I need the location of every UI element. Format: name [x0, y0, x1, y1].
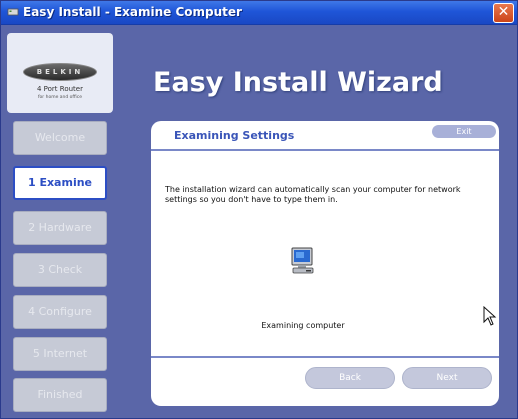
wizard-heading: Easy Install Wizard — [153, 67, 443, 98]
step-welcome: Welcome — [13, 121, 107, 155]
step-check: 3 Check — [13, 253, 107, 287]
product-tagline: for home and office — [37, 95, 83, 100]
product-name: 4 Port Router — [37, 85, 83, 93]
app-icon — [7, 8, 19, 16]
mouse-pointer-icon — [483, 306, 497, 326]
panel-divider-bottom — [151, 356, 499, 358]
step-configure: 4 Configure — [13, 295, 107, 329]
step-internet: 5 Internet — [13, 337, 107, 371]
belkin-logo: BELKIN — [23, 63, 97, 81]
status-text: Examining computer — [261, 321, 345, 330]
step-finished: Finished — [13, 378, 107, 412]
instructions-text: The installation wizard can automaticall… — [165, 185, 461, 204]
step-hardware: 2 Hardware — [13, 211, 107, 245]
close-icon: ✕ — [497, 4, 510, 20]
window-title: Easy Install - Examine Computer — [23, 5, 242, 19]
panel-divider-top — [151, 149, 499, 151]
steps-sidebar: BELKIN 4 Port Router for home and office… — [7, 33, 113, 414]
step-examine: 1 Examine — [13, 166, 107, 200]
wizard-window: Easy Install - Examine Computer ✕ BELKIN… — [0, 0, 518, 419]
close-button[interactable]: ✕ — [493, 3, 514, 23]
next-button[interactable]: Next — [402, 367, 492, 389]
exit-button[interactable]: Exit — [432, 125, 496, 138]
brand-logo: BELKIN 4 Port Router for home and office — [7, 33, 113, 113]
title-bar[interactable]: Easy Install - Examine Computer ✕ — [1, 1, 517, 25]
content-panel: Examining Settings Exit The installation… — [151, 121, 499, 406]
panel-title: Examining Settings — [174, 129, 295, 142]
computer-icon — [291, 247, 314, 274]
back-button[interactable]: Back — [305, 367, 395, 389]
